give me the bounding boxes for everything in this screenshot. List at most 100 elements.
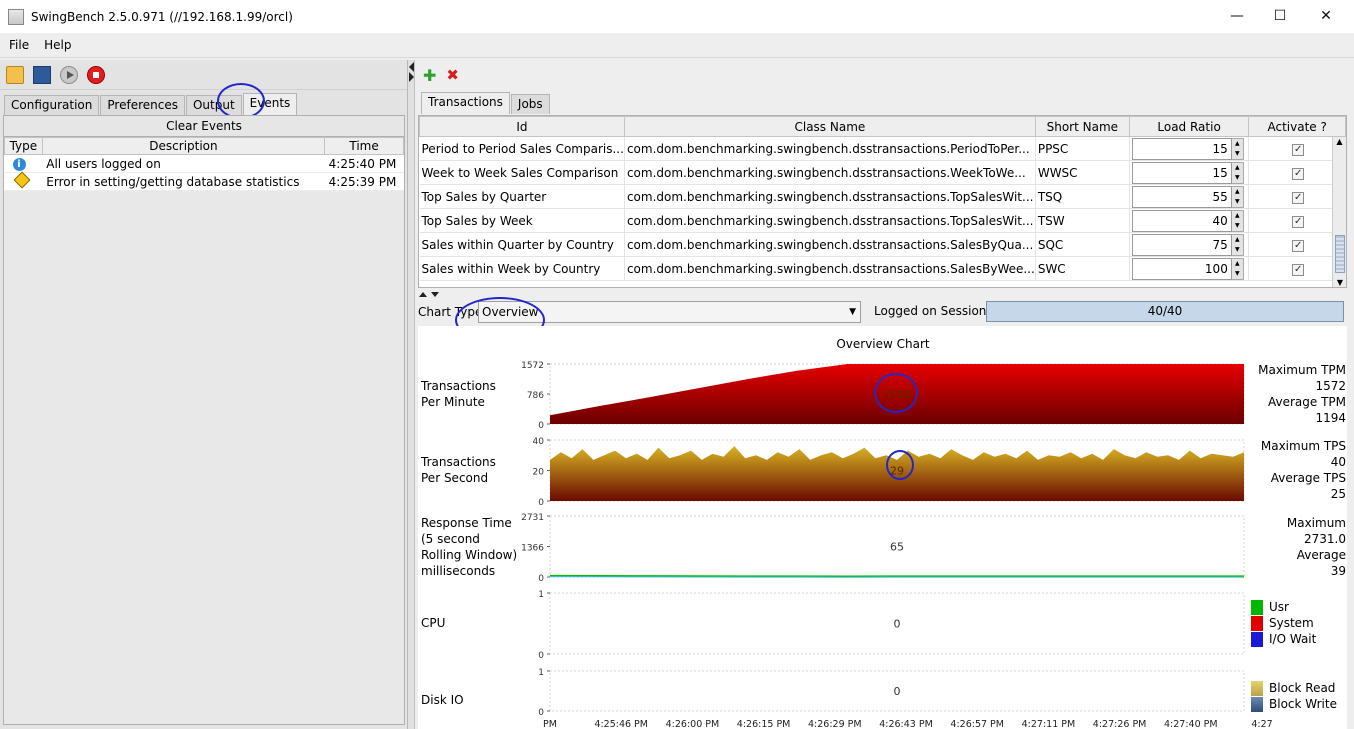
stepper-arrows-icon[interactable]: ▲ ▼: [1231, 257, 1244, 280]
load-ratio-stepper[interactable]: 100 ▲ ▼: [1131, 257, 1248, 280]
load-ratio-input[interactable]: 75: [1131, 233, 1232, 256]
event-time: 4:25:39 PM: [324, 172, 404, 191]
load-ratio-stepper[interactable]: 55 ▲ ▼: [1131, 185, 1248, 208]
table-row[interactable]: Error in setting/getting database statis…: [4, 171, 404, 191]
activate-checkbox[interactable]: ✓: [1292, 216, 1305, 228]
legend-swatch: [1251, 697, 1263, 712]
load-ratio-input[interactable]: 15: [1131, 161, 1232, 184]
stepper-arrows-icon[interactable]: ▲ ▼: [1231, 185, 1244, 208]
column-header-type[interactable]: Type: [4, 137, 43, 155]
column-header-id[interactable]: Id: [419, 116, 625, 137]
transaction-class: com.dom.benchmarking.swingbench.dsstrans…: [624, 160, 1036, 185]
stat-avg-rt-label: Average: [1296, 548, 1346, 562]
column-header-class-name[interactable]: Class Name: [623, 116, 1036, 137]
scroll-up-icon[interactable]: ▲: [1333, 137, 1346, 146]
load-ratio-cell: 15 ▲ ▼: [1129, 160, 1250, 185]
scroll-down-icon[interactable]: ▼: [1333, 278, 1346, 287]
tab-preferences[interactable]: Preferences: [100, 95, 185, 115]
load-ratio-input[interactable]: 55: [1131, 185, 1232, 208]
menu-file[interactable]: File: [9, 38, 29, 52]
delete-icon[interactable]: ✖: [446, 66, 459, 84]
activate-checkbox[interactable]: ✓: [1292, 240, 1305, 252]
minimize-icon[interactable]: —: [1214, 0, 1260, 32]
open-folder-icon[interactable]: [6, 65, 24, 84]
table-row[interactable]: Sales within Week by Country com.dom.benc…: [419, 256, 1346, 281]
maximize-icon[interactable]: ☐: [1257, 0, 1303, 32]
activate-cell: ✓: [1248, 208, 1346, 233]
load-ratio-stepper[interactable]: 75 ▲ ▼: [1131, 233, 1248, 256]
collapse-arrows-icon[interactable]: [408, 62, 415, 82]
x-tick-label: PM: [543, 719, 557, 729]
transaction-short-name: TSQ: [1035, 184, 1130, 209]
series-line: [549, 576, 1245, 578]
column-header-short-name[interactable]: Short Name: [1034, 116, 1130, 137]
legend-swatch: [1251, 600, 1263, 615]
split-pane-divider[interactable]: [408, 60, 415, 729]
load-ratio-input[interactable]: 100: [1131, 257, 1232, 280]
add-icon[interactable]: ✚: [423, 66, 436, 85]
y-tick-label: 0: [538, 708, 544, 718]
stepper-arrows-icon[interactable]: ▲ ▼: [1231, 209, 1244, 232]
load-ratio-cell: 100 ▲ ▼: [1129, 256, 1250, 281]
event-description: All users logged on: [42, 154, 325, 173]
table-scrollbar[interactable]: ▲ ▼: [1332, 137, 1346, 287]
stepper-arrows-icon[interactable]: ▲ ▼: [1231, 137, 1244, 160]
table-row[interactable]: Period to Period Sales Comparis... com.do…: [419, 136, 1346, 161]
save-icon[interactable]: [33, 65, 51, 84]
panel-label-cpu: CPU: [421, 616, 446, 630]
stepper-arrows-icon[interactable]: ▲ ▼: [1231, 161, 1244, 184]
right-tabs: Transactions Jobs: [421, 92, 551, 114]
tab-jobs[interactable]: Jobs: [510, 94, 550, 114]
load-ratio-stepper[interactable]: 15 ▲ ▼: [1131, 161, 1248, 184]
chart-type-select[interactable]: Overview ▼: [478, 301, 861, 323]
stat-max-rt-value: 2731.0: [1304, 532, 1346, 546]
activate-checkbox[interactable]: ✓: [1292, 264, 1305, 276]
transaction-class: com.dom.benchmarking.swingbench.dsstrans…: [624, 232, 1036, 257]
expand-arrows-icon[interactable]: [418, 290, 442, 298]
activate-cell: ✓: [1248, 160, 1346, 185]
column-header-description[interactable]: Description: [41, 137, 326, 155]
column-header-time[interactable]: Time: [324, 137, 404, 155]
info-icon: i: [12, 158, 26, 171]
menu-help[interactable]: Help: [44, 38, 71, 52]
load-ratio-input[interactable]: 40: [1131, 209, 1232, 232]
activate-checkbox[interactable]: ✓: [1292, 144, 1305, 156]
stop-icon[interactable]: [87, 65, 105, 84]
scroll-thumb[interactable]: [1335, 235, 1345, 273]
column-header-load-ratio[interactable]: Load Ratio: [1128, 116, 1250, 137]
clear-events-button[interactable]: Clear Events: [4, 116, 404, 137]
table-row[interactable]: Top Sales by Week com.dom.benchmarking.sw…: [419, 208, 1346, 233]
load-ratio-stepper[interactable]: 15 ▲ ▼: [1131, 137, 1248, 160]
load-ratio-cell: 40 ▲ ▼: [1129, 208, 1250, 233]
menu-bar: File Help: [0, 33, 1354, 58]
column-header-activate[interactable]: Activate ?: [1248, 116, 1346, 137]
x-tick-label: 4:25:46 PM: [594, 719, 648, 729]
close-icon[interactable]: ✕: [1303, 0, 1349, 32]
x-tick-label: 4:26:43 PM: [879, 719, 933, 729]
load-ratio-input[interactable]: 15: [1131, 137, 1232, 160]
start-icon[interactable]: [60, 65, 78, 84]
stepper-arrows-icon[interactable]: ▲ ▼: [1231, 233, 1244, 256]
activate-checkbox[interactable]: ✓: [1292, 168, 1305, 180]
title-bar: SwingBench 2.5.0.971 (//192.168.1.99/orc…: [0, 0, 1354, 33]
table-row[interactable]: i All users logged on 4:25:40 PM: [4, 154, 404, 173]
transaction-class: com.dom.benchmarking.swingbench.dsstrans…: [624, 136, 1036, 161]
activate-checkbox[interactable]: ✓: [1292, 192, 1305, 204]
tab-configuration[interactable]: Configuration: [4, 95, 100, 115]
tab-transactions[interactable]: Transactions: [421, 92, 510, 114]
transaction-id: Top Sales by Week: [419, 208, 625, 233]
y-tick-label: 0: [538, 498, 544, 508]
transaction-class: com.dom.benchmarking.swingbench.dsstrans…: [624, 184, 1036, 209]
tab-events[interactable]: Events: [242, 93, 298, 115]
table-row[interactable]: Top Sales by Quarter com.dom.benchmarking…: [419, 184, 1346, 209]
window-title: SwingBench 2.5.0.971 (//192.168.1.99/orc…: [31, 9, 293, 24]
chart-type-row: Chart Type Overview ▼ Logged on Sessions…: [418, 300, 1348, 324]
load-ratio-stepper[interactable]: 40 ▲ ▼: [1131, 209, 1248, 232]
chart-type-label: Chart Type: [418, 305, 483, 319]
legend-swatch: [1251, 681, 1263, 696]
tab-output[interactable]: Output: [185, 95, 242, 115]
legend-label: Usr: [1269, 600, 1289, 614]
table-row[interactable]: Sales within Quarter by Country com.dom.b…: [419, 232, 1346, 257]
series-line: [549, 574, 1245, 577]
table-row[interactable]: Week to Week Sales Comparison com.dom.ben…: [419, 160, 1346, 185]
